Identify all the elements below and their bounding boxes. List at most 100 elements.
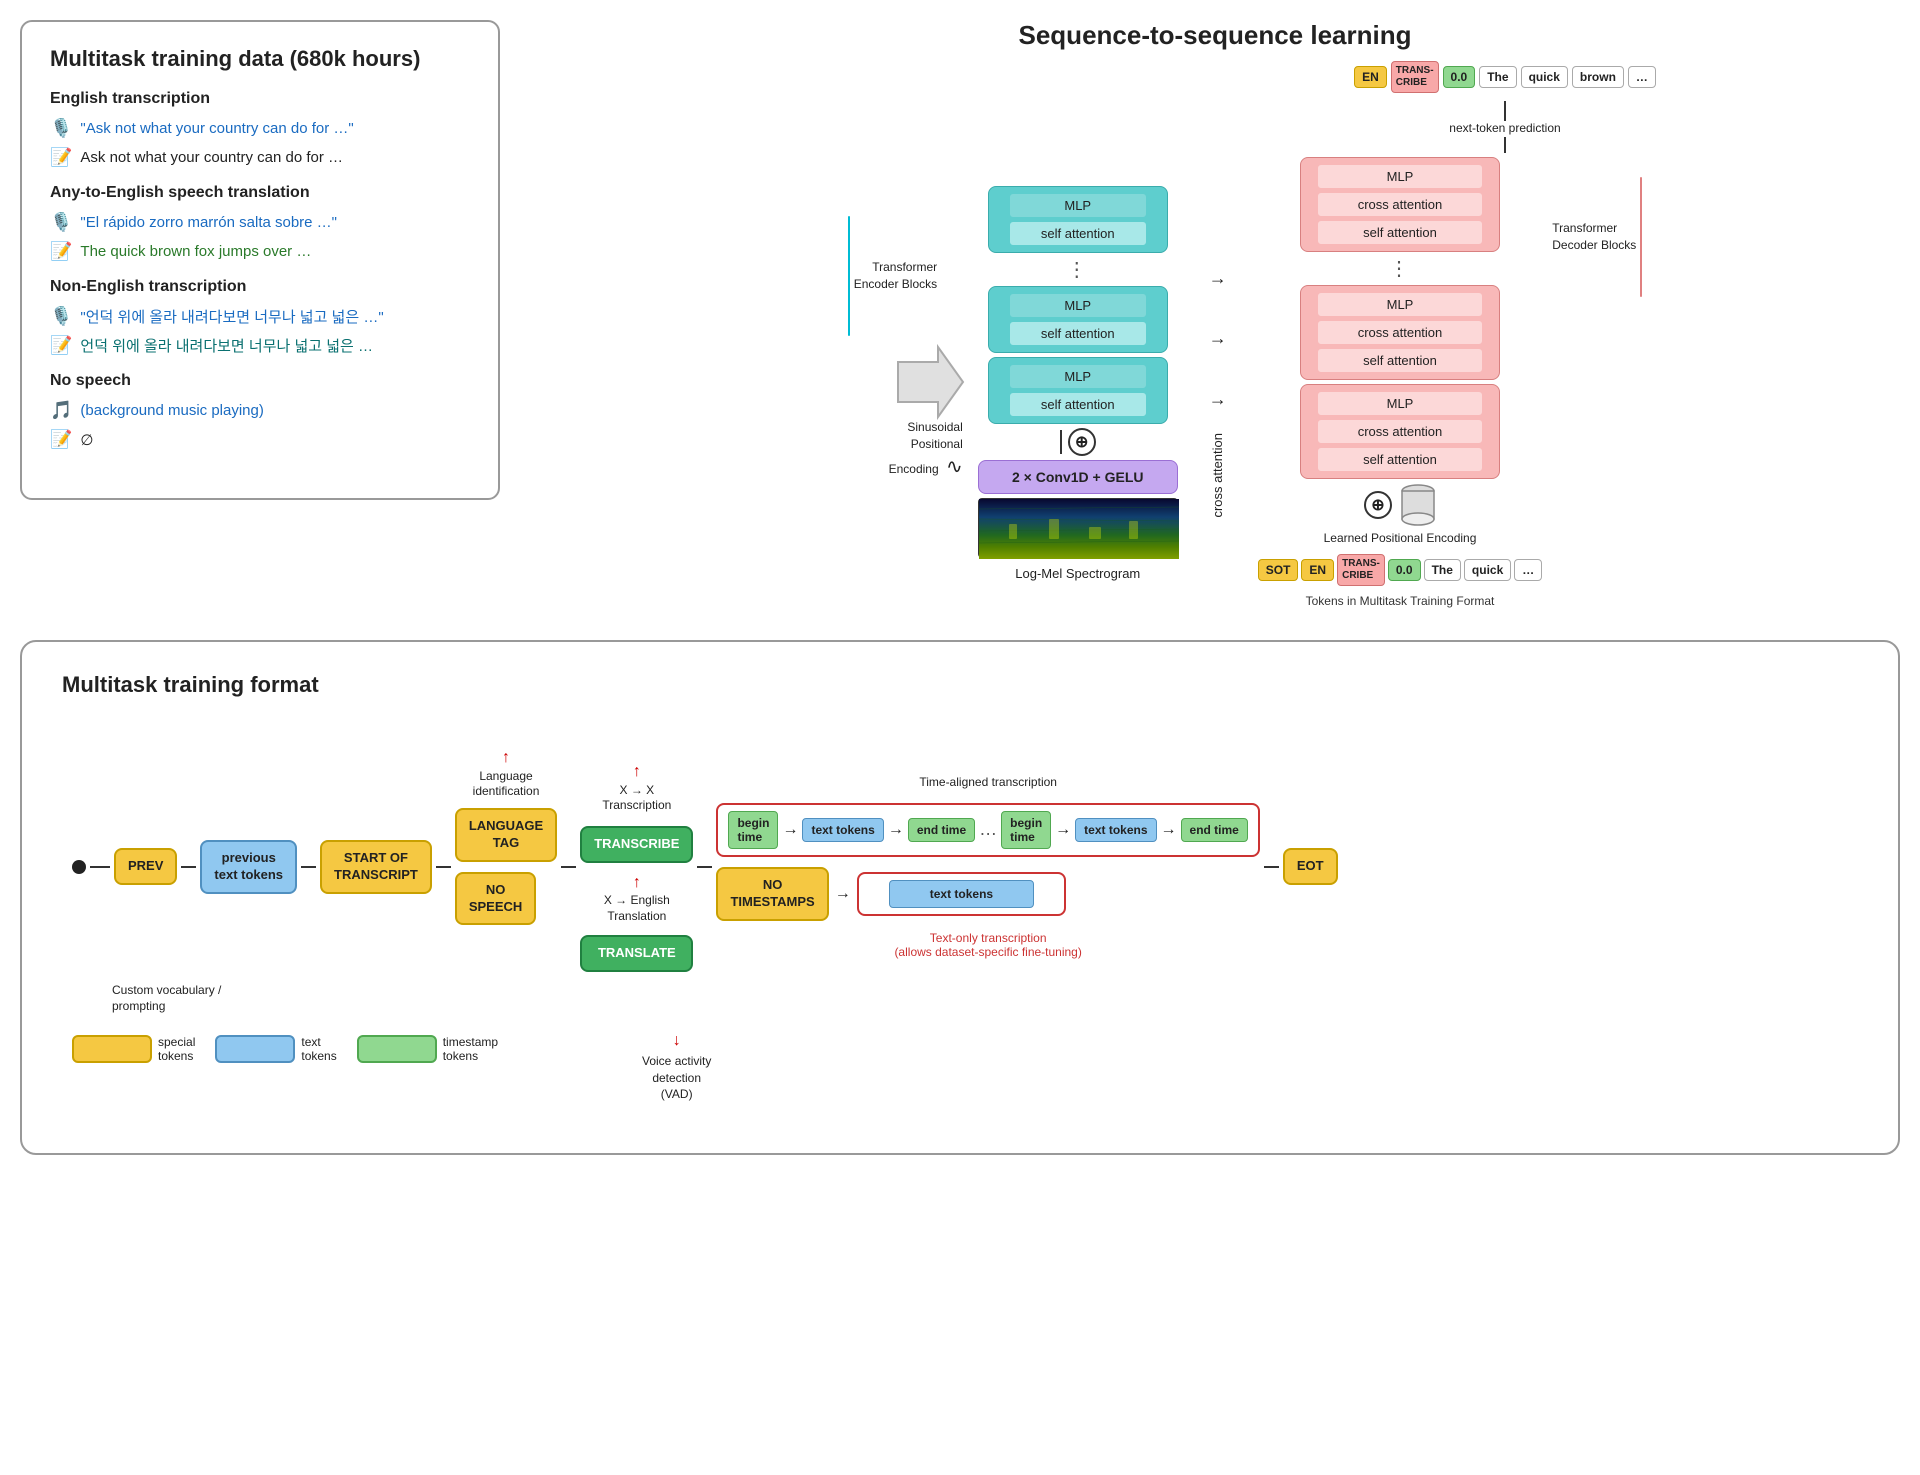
text-only-row: text tokens [857,872,1066,916]
english-audio-item: 🎙️ "Ask not what your country can do for… [50,118,470,139]
text-only-label: Text-only transcription (allows dataset-… [716,931,1259,959]
nospeech-audio-item: 🎵 (background music playing) [50,400,470,421]
no-speech-row: NO SPEECH [455,872,557,926]
section-heading-nospeech: No speech [50,372,470,390]
english-audio-text: "Ask not what your country can do for …" [80,120,353,137]
legend-special-box [72,1035,152,1063]
learned-pos-icon [1400,483,1436,527]
line-4 [436,866,451,868]
begin-time-1: begintime [728,811,778,849]
korean-audio-text: "언덕 위에 올라 내려다보면 너무나 넓고 넓은 …" [80,306,383,327]
decoder-mlp-1: MLP [1317,391,1483,416]
input-token-sot: SOT [1258,559,1299,581]
decoder-plus-row: ⊕ [1364,483,1436,527]
encoder-dots: ⋮ [1067,257,1089,282]
arrow-up-2 [1504,137,1506,153]
decoder-brace [1640,177,1642,297]
prev-node: PREV [114,848,177,885]
custom-vocab-label: Custom vocabulary / prompting [112,982,1848,1016]
legend-text: text tokens [215,1035,336,1063]
decoder-selfattn-3: self attention [1317,220,1483,245]
text-tokens-2: text tokens [1075,818,1156,842]
input-token-ellipsis: … [1514,559,1542,581]
main-diagram-row: Transformer Encoder Blocks MLP self atte… [888,157,1543,610]
legend-timestamp-box [357,1035,437,1063]
no-timestamps-node: NO TIMESTAMPS [716,867,828,921]
spanish-audio-text: "El rápido zorro marrón salta sobre …" [80,214,337,231]
decoder-plus-circle: ⊕ [1364,491,1392,519]
encoder-selfattn-3: self attention [1009,221,1147,246]
english-transcript-text: Ask not what your country can do for … [80,149,343,166]
line-3 [301,866,316,868]
input-token-en: EN [1301,559,1334,581]
sinusoidal-label: Sinusoidal Positional Encoding ∿ [833,419,963,481]
eot-node: EOT [1283,848,1338,885]
spectrogram-label: Log-Mel Spectrogram [1015,566,1140,581]
output-token-en: EN [1354,66,1387,88]
line-5 [561,866,576,868]
decoder-selfattn-2: self attention [1317,348,1483,373]
encoder-selfattn-1: self attention [1009,392,1147,417]
conv-block: 2 × Conv1D + GELU [978,460,1178,494]
plus-row: ⊕ [1060,428,1096,456]
output-token-the: The [1479,66,1516,88]
section-heading-english: English transcription [50,90,470,108]
main-flow-row: PREV previous text tokens START OF TRANS… [72,762,1848,972]
seq2seq-title: Sequence-to-sequence learning [1019,20,1412,51]
multitask-format-section: Multitask training format PREV previous … [20,640,1900,1155]
korean-text-item: 📝 언덕 위에 올라 내려다보면 너무나 넓고 넓은 … [50,335,470,356]
music-icon: 🎵 [50,400,72,421]
decoder-block-2: MLP cross attention self attention [1300,285,1500,380]
x-to-english-label: ↑ X → English Translation [580,873,693,925]
legend-timestamp-label: timestamp tokens [443,1035,498,1063]
pencil-icon-2: 📝 [50,241,72,262]
seq2seq-section: Sequence-to-sequence learning EN TRANS-C… [530,20,1900,610]
input-token-quick: quick [1464,559,1511,581]
time-aligned-row: begintime → text tokens → end time … beg… [716,803,1259,857]
decoder-section: Transformer Decoder Blocks MLP cross att… [1258,157,1543,610]
nospeech-audio-text: (background music playing) [80,402,263,419]
language-tag-row: LANGUAGE TAG [455,808,557,862]
legend-text-label: text tokens [301,1035,336,1063]
english-text-item: 📝 Ask not what your country can do for … [50,147,470,168]
end-time-2: end time [1181,818,1248,842]
pencil-icon-1: 📝 [50,147,72,168]
spectrogram [978,498,1178,558]
decoder-block-1: MLP cross attention self attention [1300,384,1500,479]
legend-timestamp: timestamp tokens [357,1035,498,1063]
bottom-title: Multitask training format [62,672,1858,698]
start-of-transcript-node: START OF TRANSCRIPT [320,840,432,894]
sinusoidal-line [1060,430,1062,454]
begin-time-2: begintime [1001,811,1051,849]
decoder-mlp-2: MLP [1317,292,1483,317]
encoder-block-3: MLP self attention [988,186,1168,253]
encoder-block-1: MLP self attention [988,357,1168,424]
output-token-quick: quick [1521,66,1568,88]
encoder-mlp-2: MLP [1009,293,1147,318]
flow-diagram-container: PREV previous text tokens START OF TRANS… [62,722,1858,1123]
next-token-label: next-token prediction [1449,101,1560,153]
mic-icon-3: 🎙️ [50,306,72,327]
encoder-section: Transformer Encoder Blocks MLP self atte… [978,186,1178,581]
output-token-transcribe: TRANS-CRIBE [1391,61,1439,93]
cross-attention-col: → → → cross attention [1188,249,1248,518]
input-token-transcribe: TRANS-CRIBE [1337,554,1385,586]
decoder-crossattn-2: cross attention [1317,320,1483,345]
x-to-x-label: ↑ X → X Transcription [580,762,693,814]
big-right-arrow [888,342,968,425]
legend-special: special tokens [72,1035,195,1063]
decoder-dots: ⋮ [1389,256,1411,281]
translate-node: TRANSLATE [580,935,693,972]
cross-attention-label: cross attention [1210,433,1225,518]
translation-transcript-text: The quick brown fox jumps over … [80,243,311,260]
line-1 [90,866,110,868]
mic-icon-2: 🎙️ [50,212,72,233]
encoder-mlp-3: MLP [1009,193,1147,218]
line-6 [697,866,712,868]
multitask-training-box: Multitask training data (680k hours) Eng… [20,20,500,500]
encoder-label: Transformer Encoder Blocks [848,216,968,336]
text-tokens-1: text tokens [802,818,883,842]
time-aligned-label-top: Time-aligned transcription [716,775,1259,789]
korean-transcript-text: 언덕 위에 올라 내려다보면 너무나 넓고 넓은 … [80,335,373,356]
mic-icon-1: 🎙️ [50,118,72,139]
